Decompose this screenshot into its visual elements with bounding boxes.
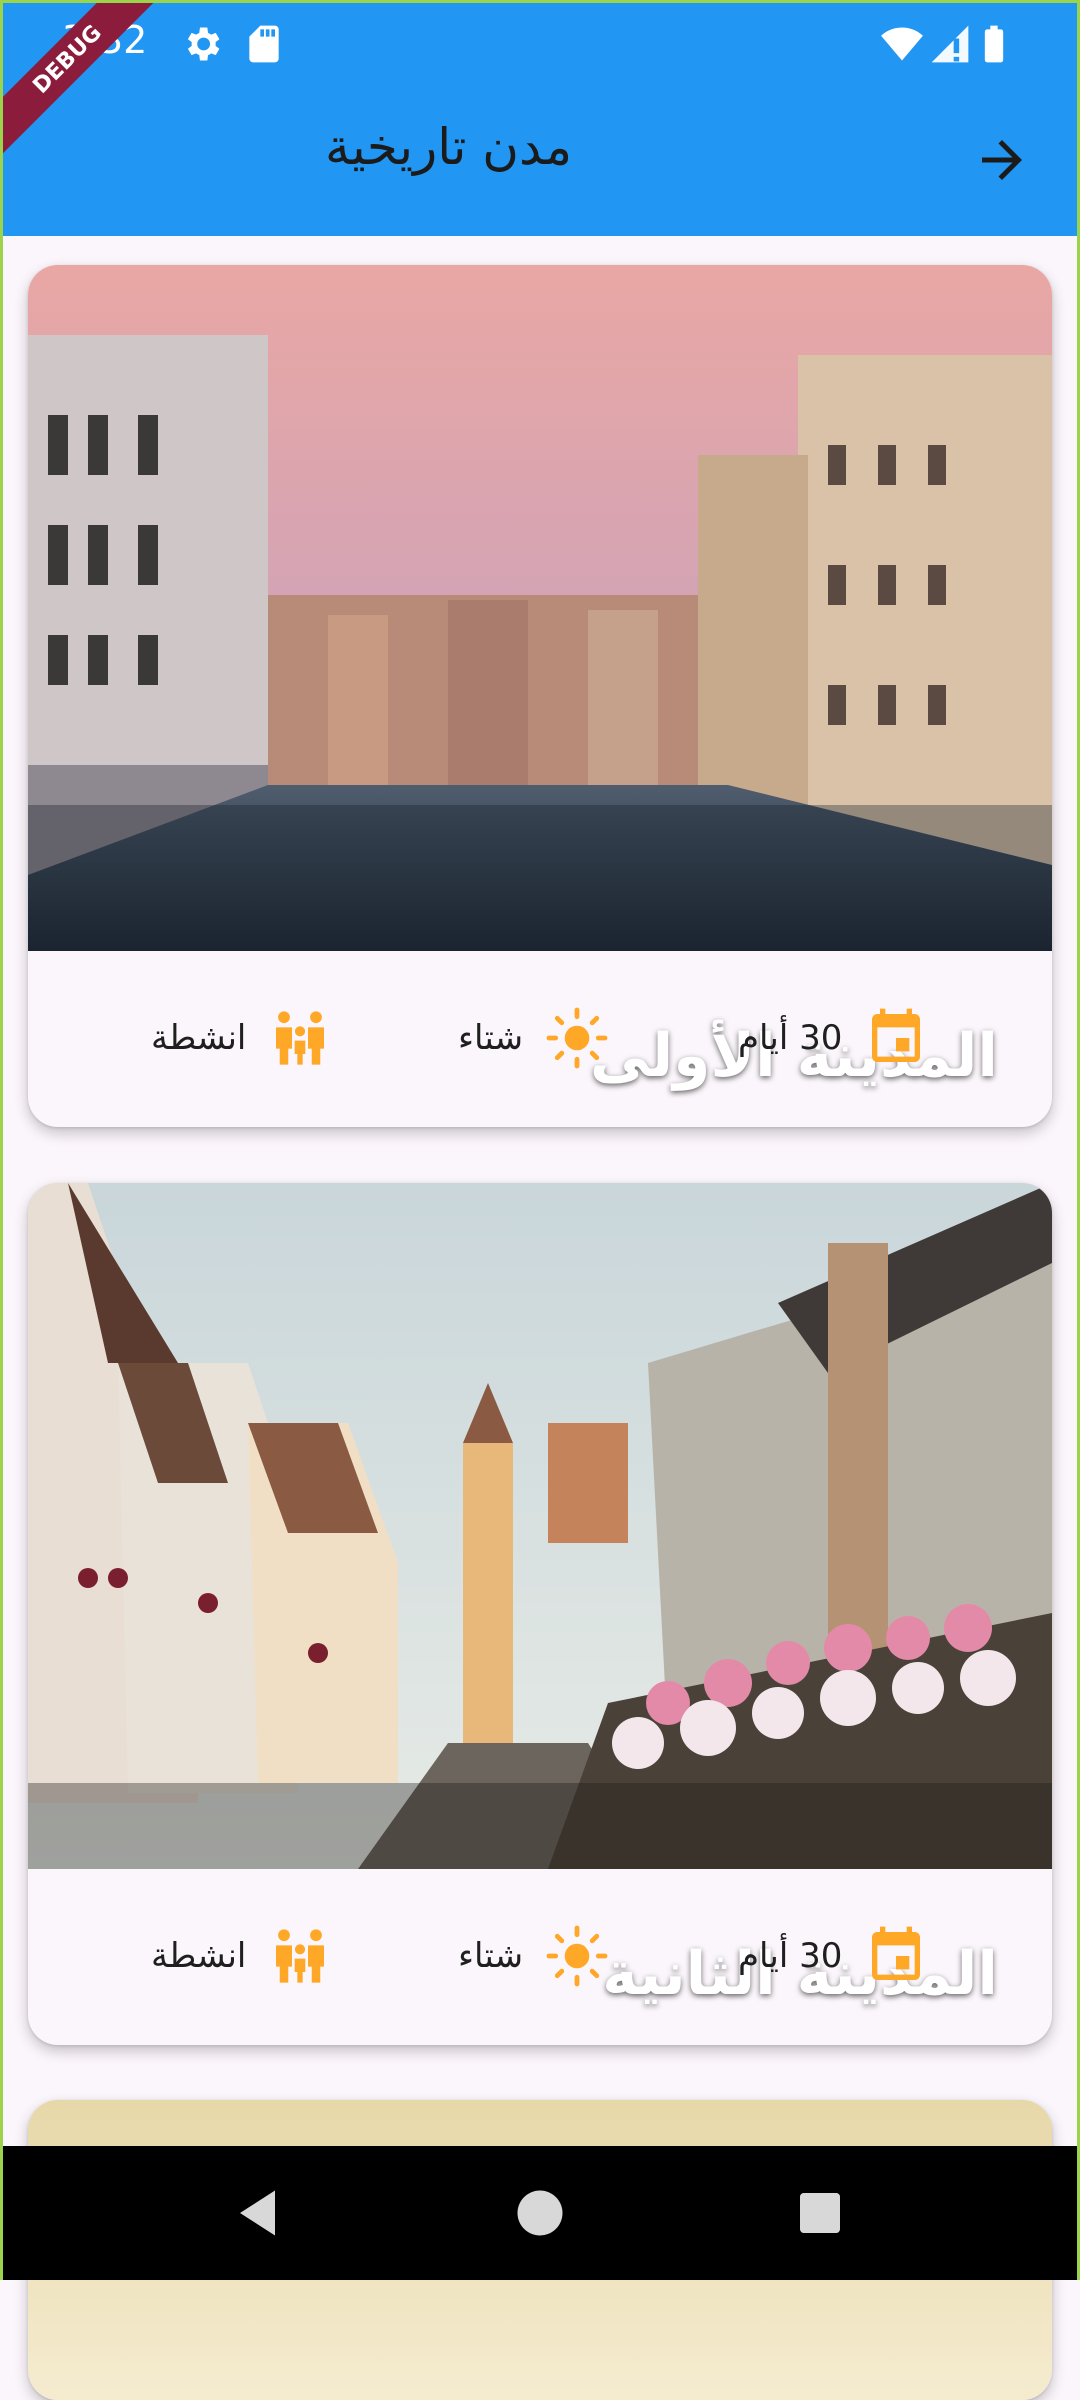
page-title: مدن تاريخية (325, 118, 573, 176)
arrow-right-icon[interactable] (972, 130, 1032, 190)
city-image (28, 265, 1052, 951)
sd-card-icon (249, 25, 279, 63)
activities-info: انشطة (151, 1924, 332, 1988)
signal-icon (931, 25, 969, 63)
recents-square-icon[interactable] (790, 2183, 850, 2243)
city-card[interactable]: المدينة الأولى 30 أيام شتاء انشطة (28, 265, 1052, 1127)
activities-label: انشطة (151, 1018, 247, 1058)
activities-label: انشطة (151, 1936, 247, 1976)
season-label: شتاء (458, 1936, 524, 1976)
gear-icon (187, 27, 220, 61)
calendar-icon (872, 1008, 921, 1062)
status-bar: DEBUG 3:32 (0, 0, 1080, 159)
battery-icon (984, 25, 1004, 63)
home-circle-icon[interactable] (510, 2183, 570, 2243)
season-info: شتاء (458, 1006, 609, 1070)
duration-info: 30 أيام (738, 1006, 928, 1070)
navigation-bar (0, 2146, 1080, 2280)
app-bar: مدن تاريخية (0, 88, 1080, 236)
calendar-icon (872, 1926, 921, 1980)
duration-label: 30 أيام (738, 1018, 843, 1058)
card-info-row: 30 أيام شتاء انشطة (28, 1869, 1052, 2045)
family-icon (276, 1929, 325, 1983)
wifi-icon (881, 27, 923, 61)
card-info-row: 30 أيام شتاء انشطة (28, 951, 1052, 1127)
duration-label: 30 أيام (738, 1936, 843, 1976)
season-label: شتاء (458, 1018, 524, 1058)
duration-info: 30 أيام (738, 1924, 928, 1988)
city-image (28, 1183, 1052, 1869)
family-icon (276, 1011, 325, 1065)
sun-icon (546, 1925, 608, 1987)
city-card[interactable]: المدينة الثانية 30 أيام شتاء انشطة (28, 1183, 1052, 2045)
back-triangle-icon[interactable] (230, 2183, 290, 2243)
activities-info: انشطة (151, 1006, 332, 1070)
sun-icon (546, 1007, 608, 1069)
season-info: شتاء (458, 1924, 609, 1988)
